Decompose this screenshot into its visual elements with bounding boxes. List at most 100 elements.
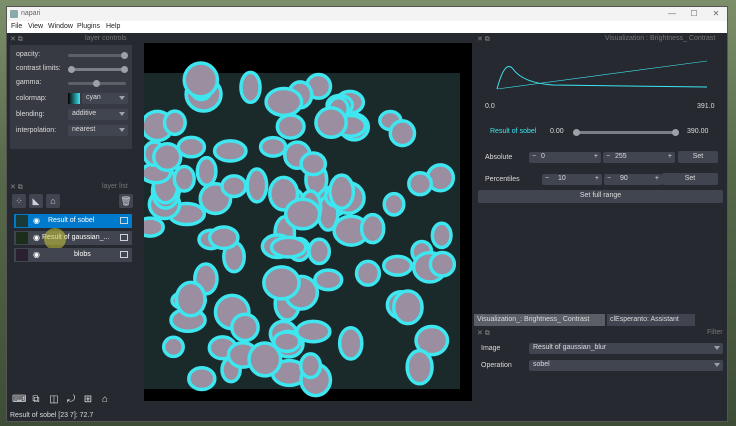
delete-layer-button[interactable]: 🗑 [119,194,133,208]
absolute-set-button[interactable]: Set [678,151,718,163]
menu-help[interactable]: Help [106,23,120,30]
eye-icon[interactable]: ◉ [33,233,40,242]
image-select[interactable]: Result of gaussian_blur [529,343,723,354]
blending-select[interactable]: additive [68,109,128,120]
menu-file[interactable]: File [11,23,22,30]
operation-select[interactable]: sobel [529,360,723,371]
new-labels-layer-button[interactable]: ⌂ [46,194,60,208]
blob [174,280,207,318]
blob [407,171,434,197]
layer-item-blobs[interactable]: ◉ blobs [14,248,132,262]
range-high-knob[interactable] [672,129,679,136]
roll-dims-button[interactable]: ◫ [47,393,61,407]
blob [161,335,185,359]
opacity-slider[interactable] [68,52,128,59]
blob [262,265,301,301]
layer-controls-panel: opacity: contrast limits: gamma: colorma… [10,45,132,149]
blob [176,135,207,159]
plus-icon[interactable]: + [655,175,659,182]
percentile-high-input[interactable]: − 90 + [604,174,662,185]
layer-name: blobs [74,251,91,258]
grid-button[interactable]: ⊞ [81,393,95,407]
histogram-plot [496,60,708,90]
title-bar: napari — ☐ ✕ [7,7,727,21]
chevron-down-icon [119,128,125,132]
blob [230,312,260,343]
menu-view[interactable]: View [28,23,43,30]
minimize-button[interactable]: — [665,9,679,19]
new-shapes-layer-button[interactable]: ◣ [29,194,43,208]
blob [298,352,323,380]
blob [212,139,248,163]
ndisplay-button[interactable]: ⧉ [29,393,43,407]
blob [430,221,453,250]
transpose-button[interactable]: ⤾ [64,393,78,407]
blob [275,113,306,140]
blob [381,254,414,277]
absolute-label: Absolute [485,154,513,161]
absolute-low-input[interactable]: −0 + [529,152,601,163]
window-title: napari [21,10,41,17]
napari-window: napari — ☐ ✕ File View Window Plugins He… [6,6,728,422]
minus-icon[interactable]: − [606,153,610,160]
maximize-button[interactable]: ☐ [687,9,701,19]
console-button[interactable]: ⌨ [12,393,26,407]
opacity-label: opacity: [16,51,41,58]
percentile-low-input[interactable]: − 10 + [542,174,602,185]
range-slider[interactable] [573,129,679,136]
colormap-select[interactable]: cyan [82,93,128,104]
tab-clesperanto-assistant[interactable]: clEsperanto: Assistant [607,314,695,326]
filter-panel-title: Filter [707,329,723,336]
layer-item-gaussian[interactable]: ◉ Result of gaussian_... [14,228,132,250]
contrast-low-knob[interactable] [68,66,75,73]
plus-icon[interactable]: + [668,153,672,160]
gamma-label: gamma: [16,79,42,86]
bc-panel-title: Visualization : Brightness_ Contrast [605,35,716,42]
chevron-down-icon [714,346,720,350]
minus-icon[interactable]: − [545,175,549,182]
close-button[interactable]: ✕ [709,9,723,19]
blob [299,151,328,177]
minus-icon[interactable]: − [607,175,611,182]
interpolation-select[interactable]: nearest [68,125,128,136]
hist-max-label: 391.0 [697,103,715,110]
eye-icon[interactable]: ◉ [33,216,40,225]
contrast-limits-label: contrast limits: [16,65,61,72]
gamma-slider[interactable] [68,80,126,87]
set-full-range-button[interactable]: Set full range [478,190,723,203]
chevron-down-icon [119,112,125,116]
absolute-high-input[interactable]: −255 + [603,152,675,163]
blob [392,289,424,326]
image-label: Image [481,345,501,352]
layer-list-dock-icon[interactable]: ✕ ⧉ [10,183,23,192]
image-layer-icon [120,217,128,224]
bc-dock-icon[interactable]: ✕ ⧉ [477,35,490,44]
contrast-limits-slider[interactable] [68,66,128,73]
absolute-low-value: 0 [541,153,545,160]
viewer-canvas[interactable] [144,43,472,401]
gamma-knob[interactable] [93,80,100,87]
filter-dock-icon[interactable]: ✕ ⧉ [477,329,490,338]
menu-plugins[interactable]: Plugins [77,23,100,30]
layer-item-sobel[interactable]: ◉ Result of sobel [14,214,132,228]
percentile-low-value: 10 [558,175,566,182]
blob [328,173,356,211]
menu-bar: File View Window Plugins Help [7,21,727,33]
tab-brightness-contrast[interactable]: Visualization_: Brightness_ Contrast [474,314,605,326]
dock-close-icon[interactable]: ✕ ⧉ [10,35,23,44]
contrast-high-knob[interactable] [121,66,128,73]
plus-icon[interactable]: + [594,153,598,160]
opacity-knob[interactable] [121,52,128,59]
home-icon[interactable]: ⌂ [98,393,112,407]
plus-icon[interactable]: + [595,175,599,182]
range-low-knob[interactable] [573,129,580,136]
menu-window[interactable]: Window [48,23,73,30]
minus-icon[interactable]: − [532,153,536,160]
percentiles-set-button[interactable]: Set [662,173,718,185]
blob [239,70,262,105]
blob [220,174,248,199]
eye-icon[interactable]: ◉ [33,250,40,259]
cursor-highlight [44,228,66,250]
new-points-layer-button[interactable]: ⁘ [12,194,26,208]
status-text: Result of sobel [23 7]: 72.7 [10,412,94,419]
